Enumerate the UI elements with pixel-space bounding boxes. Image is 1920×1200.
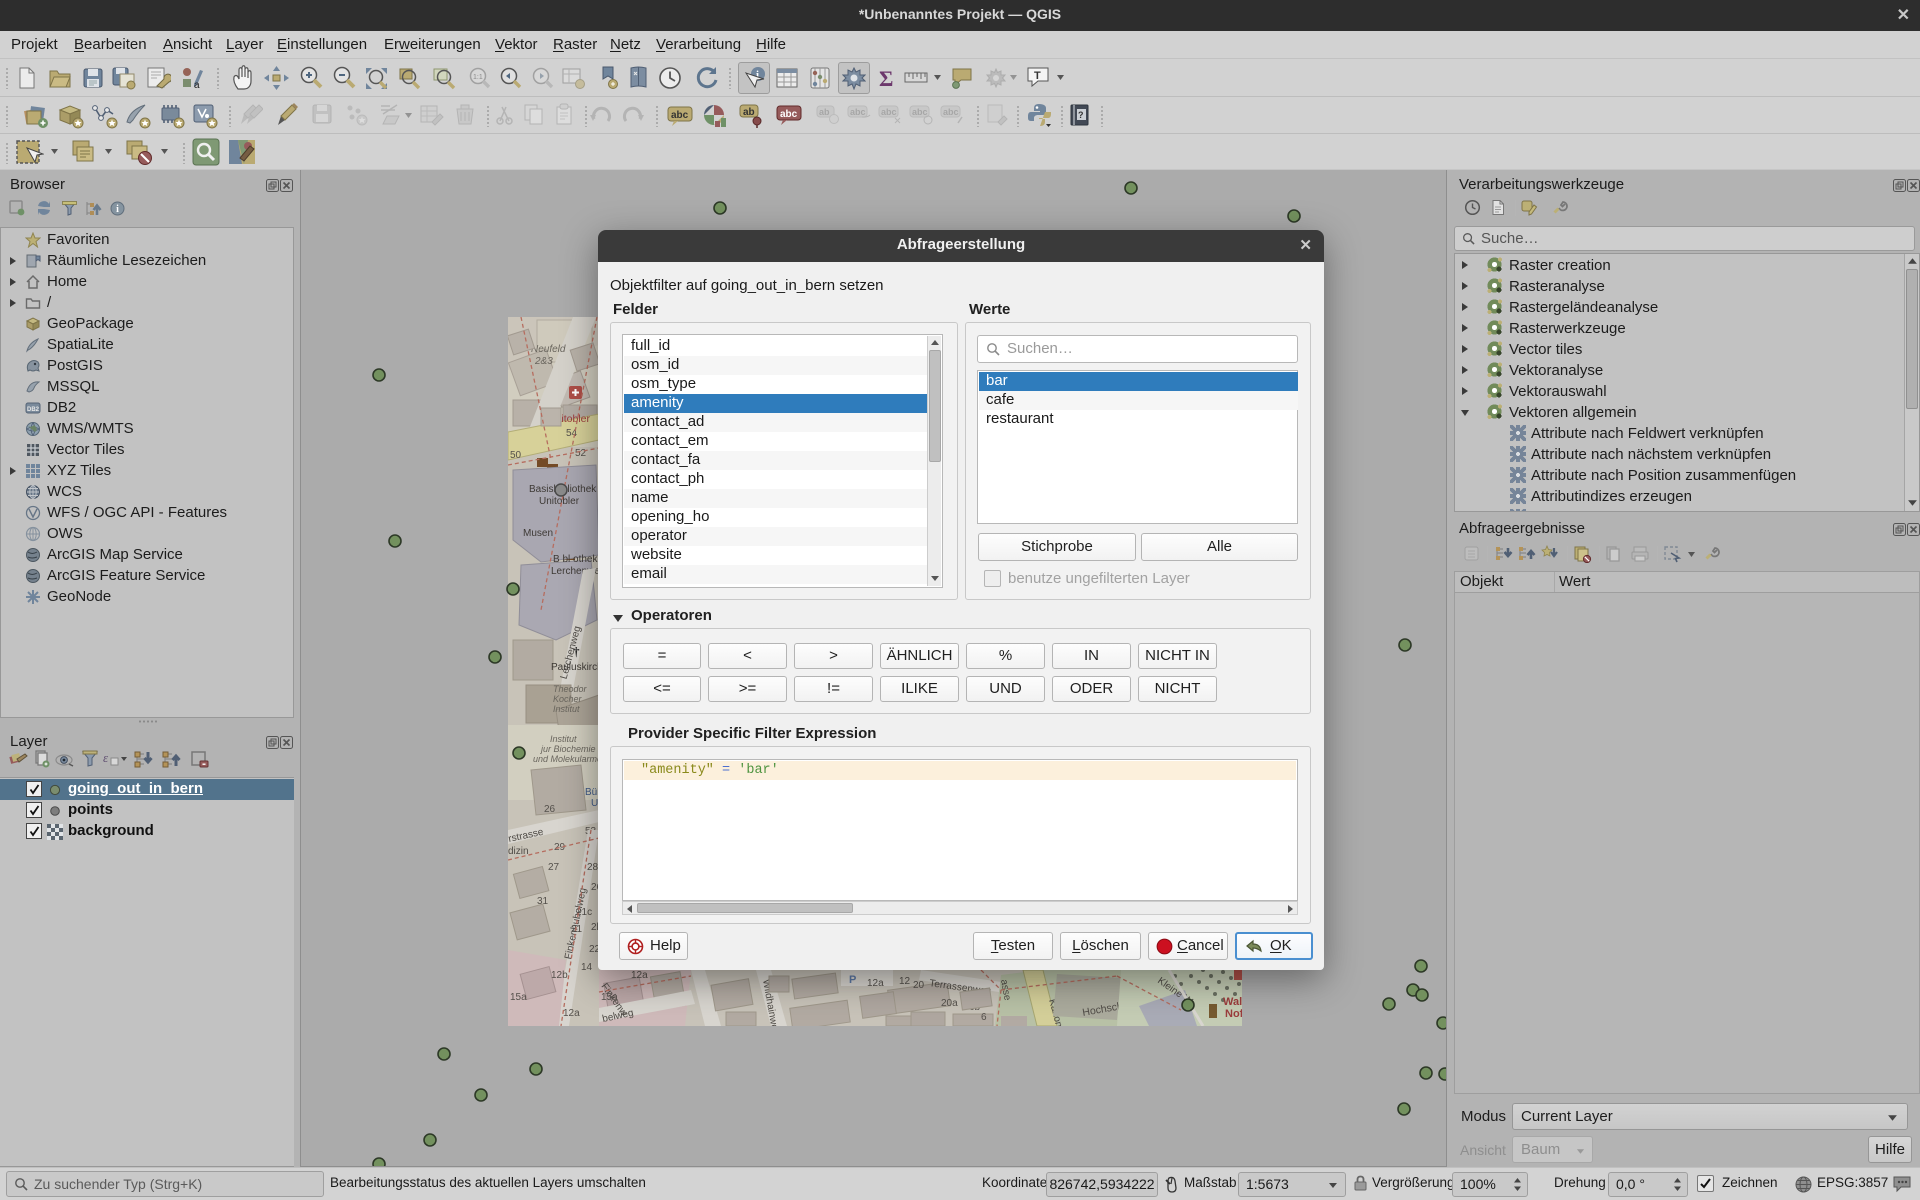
svg-text:Theodor: Theodor [553,684,588,694]
svg-text:27: 27 [548,862,560,873]
svg-text:12a: 12a [563,1008,580,1019]
svg-text:26: 26 [544,804,556,815]
svg-text:ab: ab [819,107,830,117]
svg-text:abc: abc [780,109,798,120]
svg-text:Neufeld: Neufeld [531,344,566,355]
svg-text:jur Biochemie: jur Biochemie [540,744,596,754]
svg-text:P: P [849,974,856,986]
svg-text:2&3: 2&3 [534,356,553,367]
svg-text:Wall: Wall [1223,996,1245,1008]
svg-text:28: 28 [587,862,599,873]
svg-text:abc: abc [943,107,959,117]
svg-text:6: 6 [981,1012,987,1023]
svg-text:?: ? [1078,110,1084,120]
svg-text:Pauluskirch: Pauluskirch [551,662,603,673]
svg-text:Institut: Institut [553,704,580,714]
svg-text:1:1: 1:1 [473,74,483,81]
svg-text:ab: ab [743,107,755,118]
svg-text:dizin: dizin [508,846,529,857]
svg-text:12: 12 [899,976,911,987]
svg-text:Σ: Σ [879,66,893,91]
svg-text:12a: 12a [867,978,884,989]
svg-text:14: 14 [581,962,593,973]
svg-text:15a: 15a [510,992,527,1003]
svg-text:Unitobler: Unitobler [539,496,580,507]
svg-text:12b: 12b [551,970,568,981]
svg-text:Nof: Nof [1225,1008,1244,1020]
svg-text:Institut: Institut [550,734,577,744]
svg-text:†: † [573,644,580,659]
svg-text:abc: abc [912,107,928,117]
svg-text:a: a [194,80,200,90]
svg-text:ε: ε [103,750,109,765]
svg-text:abc: abc [850,107,866,117]
svg-text:i: i [116,204,119,215]
svg-text:12a: 12a [631,970,648,981]
svg-text:Kocher: Kocher [553,694,583,704]
svg-text:abc: abc [671,110,689,121]
svg-text:20: 20 [913,980,925,991]
svg-text:abc: abc [881,107,897,117]
svg-text:50: 50 [510,450,522,461]
svg-text:29: 29 [554,842,566,853]
svg-text:T: T [1034,70,1041,82]
svg-text:31: 31 [537,896,549,907]
svg-text:20a: 20a [941,998,958,1009]
svg-text:B bl othek: B bl othek [553,554,598,565]
svg-text:52: 52 [575,448,587,459]
svg-text:Musen: Musen [523,528,553,539]
svg-text:DB2: DB2 [27,407,40,413]
svg-text:21: 21 [571,924,583,935]
